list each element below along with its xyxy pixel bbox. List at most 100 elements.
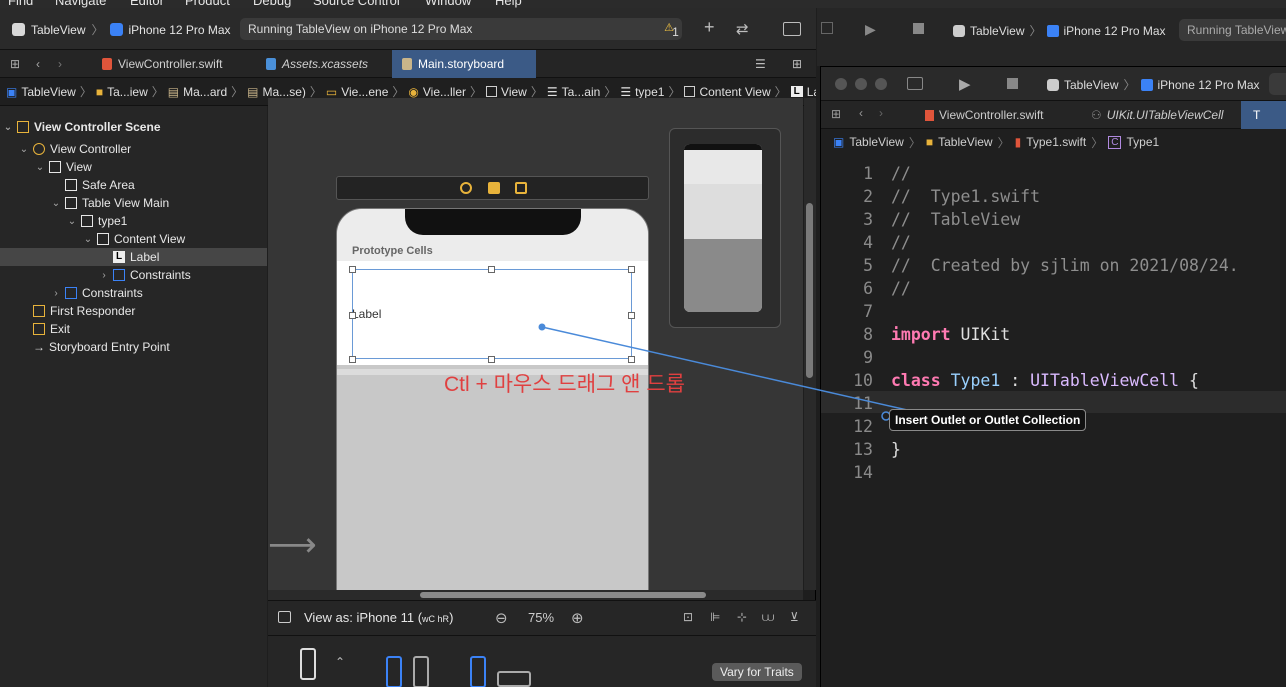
disclosure-open-icon[interactable]: ⌄: [2, 122, 14, 133]
add-constraints-icon[interactable]: ⊹: [737, 610, 747, 624]
run-icon[interactable]: ▶: [959, 75, 971, 93]
scheme-selector[interactable]: TableView 〉 iPhone 12 Pro Max: [1047, 76, 1260, 93]
code-line[interactable]: import UIKit: [891, 325, 1010, 344]
outline-item-view-controller[interactable]: ⌄ View Controller: [0, 140, 267, 158]
resize-handle[interactable]: [628, 356, 635, 363]
resize-handle[interactable]: [349, 356, 356, 363]
align-icon[interactable]: ⊫: [710, 610, 720, 624]
tab-viewcontroller-swift[interactable]: ViewController.swift: [925, 108, 1043, 122]
close-window-button[interactable]: [835, 78, 847, 90]
outline-toggle-icon[interactable]: [278, 611, 291, 623]
tab-type1-swift[interactable]: T: [1241, 101, 1286, 129]
vertical-scrollbar[interactable]: [804, 98, 816, 590]
scheme-selector[interactable]: TableView 〉 iPhone 12 Pro Max: [12, 21, 231, 38]
stop-icon[interactable]: [1007, 78, 1018, 89]
view-as-button[interactable]: View as: iPhone 11 (wC hR): [304, 610, 453, 625]
horizontal-scrollbar[interactable]: [268, 590, 803, 600]
menu-find[interactable]: Find: [8, 0, 33, 8]
minimize-window-button[interactable]: [855, 78, 867, 90]
resize-handle[interactable]: [349, 312, 356, 319]
table-view-cell[interactable]: Label: [337, 261, 648, 365]
menu-navigate[interactable]: Navigate: [55, 0, 106, 8]
crumb-folder[interactable]: TableView: [938, 135, 992, 149]
first-responder-icon[interactable]: [488, 182, 500, 194]
crumb-base[interactable]: ▤ Ma...se): [247, 85, 306, 99]
crumb-class[interactable]: Type1: [1126, 135, 1159, 149]
code-line[interactable]: //: [891, 279, 911, 298]
tab-main-storyboard[interactable]: Main.storyboard: [392, 50, 536, 78]
entry-point-arrow[interactable]: ⟶: [268, 528, 317, 562]
crumb-view[interactable]: View: [486, 85, 527, 99]
outline-item-cell[interactable]: ⌄ type1: [0, 212, 267, 230]
crumb-file[interactable]: Type1.swift: [1026, 135, 1086, 149]
outline-item-first-responder[interactable]: First Responder: [0, 302, 267, 320]
outline-item-view[interactable]: ⌄ View: [0, 158, 267, 176]
add-icon[interactable]: +: [704, 17, 715, 38]
update-frames-icon[interactable]: ⊡: [683, 610, 693, 624]
outline-item-entry-point[interactable]: → Storyboard Entry Point: [0, 338, 267, 356]
disclosure-open-icon[interactable]: ⌄: [82, 234, 94, 245]
sidebar-toggle-icon[interactable]: [821, 22, 833, 34]
outline-item-exit[interactable]: Exit: [0, 320, 267, 338]
resize-handle[interactable]: [488, 356, 495, 363]
view-controller-icon[interactable]: [460, 182, 472, 194]
crumb-project[interactable]: TableView: [849, 135, 903, 149]
disclosure-closed-icon[interactable]: ›: [98, 270, 110, 281]
crumb-folder[interactable]: ■ Ta...iew: [96, 85, 148, 99]
device-iphone-icon[interactable]: [300, 648, 316, 680]
exit-icon[interactable]: [515, 182, 527, 194]
back-icon[interactable]: ‹: [859, 106, 863, 120]
forward-icon[interactable]: ›: [879, 106, 883, 120]
crumb-project[interactable]: ▣ TableView: [6, 85, 76, 99]
code-line[interactable]: // Created by sjlim on 2021/08/24.: [891, 256, 1239, 275]
code-line[interactable]: class Type1 : UITableViewCell {: [891, 371, 1199, 390]
menu-help[interactable]: Help: [495, 0, 522, 8]
disclosure-open-icon[interactable]: ⌄: [18, 144, 30, 155]
disclosure-open-icon[interactable]: ⌄: [50, 198, 62, 209]
warning-badge[interactable]: ⚠ 1: [664, 21, 679, 39]
tab-assets[interactable]: Assets.xcassets: [256, 50, 386, 78]
scene-minimap[interactable]: [669, 128, 781, 328]
menu-editor[interactable]: Editor: [130, 0, 164, 8]
swap-icon[interactable]: ⇄: [736, 20, 749, 38]
crumb-content-view[interactable]: Content View: [684, 85, 771, 99]
orientation-landscape-icon[interactable]: [497, 671, 531, 687]
outline-item-constraints[interactable]: › Constraints: [0, 284, 267, 302]
code-line[interactable]: //: [891, 233, 911, 252]
zoom-window-button[interactable]: [875, 78, 887, 90]
storyboard-canvas[interactable]: Prototype Cells Label ⟶: [268, 98, 803, 590]
zoom-out-icon[interactable]: ⊖: [495, 609, 508, 627]
resolve-issues-icon[interactable]: ⩊: [762, 610, 774, 625]
vary-for-traits-button[interactable]: Vary for Traits: [712, 663, 802, 681]
orientation-portrait-alt-icon[interactable]: [413, 656, 429, 687]
zoom-in-icon[interactable]: ⊕: [571, 609, 584, 627]
inspector-toggle-icon[interactable]: [783, 22, 801, 36]
outline-item-scene[interactable]: ⌄ View Controller Scene: [0, 118, 267, 136]
resize-handle[interactable]: [628, 266, 635, 273]
forward-icon[interactable]: ›: [48, 50, 72, 78]
scheme-selector[interactable]: TableView 〉 iPhone 12 Pro Max: [953, 22, 1166, 39]
crumb-cell[interactable]: ☰ type1: [620, 85, 664, 99]
content-view[interactable]: [352, 269, 632, 359]
device-chevron-icon[interactable]: ⌃: [335, 655, 345, 669]
menu-debug[interactable]: Debug: [253, 0, 291, 8]
disclosure-open-icon[interactable]: ⌄: [34, 162, 46, 173]
run-icon[interactable]: ▶: [865, 21, 876, 38]
crumb-storyboard[interactable]: ▤ Ma...ard: [168, 85, 227, 99]
outline-item-safe-area[interactable]: Safe Area: [0, 176, 267, 194]
stop-icon[interactable]: [913, 23, 924, 34]
menu-window[interactable]: Window: [425, 0, 471, 8]
crumb-label-item[interactable]: LLabel: [790, 85, 816, 99]
back-icon[interactable]: ‹: [26, 50, 50, 78]
crumb-controller[interactable]: ◉ Vie...ller: [408, 85, 466, 99]
outline-item-content-view[interactable]: ⌄ Content View: [0, 230, 267, 248]
outline-item-label[interactable]: L Label: [0, 248, 267, 266]
scroll-thumb[interactable]: [420, 592, 706, 598]
device-portrait-selected-icon[interactable]: [470, 656, 486, 687]
tab-viewcontroller-swift[interactable]: ViewController.swift: [92, 50, 242, 78]
add-editor-icon[interactable]: ⊞: [782, 50, 812, 78]
resize-handle[interactable]: [349, 266, 356, 273]
editor-options-icon[interactable]: ☰: [745, 50, 776, 78]
menu-product[interactable]: Product: [185, 0, 230, 8]
sidebar-toggle-icon[interactable]: [907, 77, 923, 90]
